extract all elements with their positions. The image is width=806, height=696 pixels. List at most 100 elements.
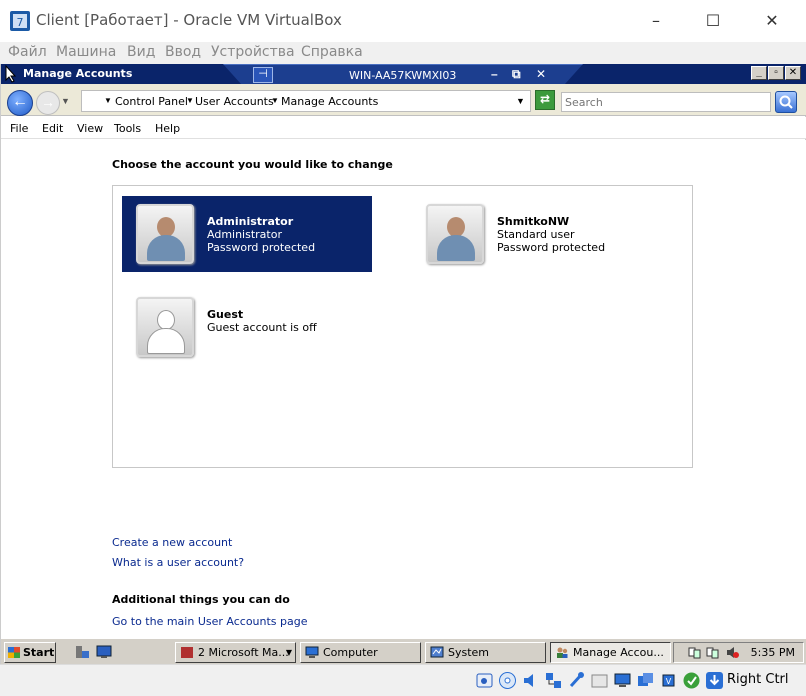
svg-text:7: 7 xyxy=(17,16,24,29)
main-user-accounts-link[interactable]: Go to the main User Accounts page xyxy=(112,615,308,628)
breadcrumb-control-panel[interactable]: Control Panel xyxy=(115,95,188,108)
recent-pages-dropdown-icon[interactable]: ▼ xyxy=(61,96,70,106)
breadcrumb-manage-accounts[interactable]: Manage Accounts xyxy=(281,95,378,108)
account-type: Administrator xyxy=(207,228,282,241)
taskbar-item-computer[interactable]: Computer xyxy=(300,642,421,663)
vbox-menu-help[interactable]: Справка xyxy=(301,44,363,60)
account-tile-administrator[interactable]: Administrator Administrator Password pro… xyxy=(122,196,372,272)
cpu-icon[interactable]: V xyxy=(659,671,678,690)
windows-logo-icon xyxy=(8,647,20,658)
back-button[interactable]: ← xyxy=(7,90,33,116)
host-key-label: Right Ctrl xyxy=(727,672,789,687)
task-label: Computer xyxy=(323,646,378,659)
volume-muted-icon[interactable] xyxy=(726,646,739,659)
menu-view[interactable]: View xyxy=(77,122,103,135)
audio-icon[interactable] xyxy=(521,671,540,690)
chevron-down-icon: ▼ xyxy=(285,648,292,657)
breadcrumb-arrow-icon[interactable]: ▼ xyxy=(104,96,112,105)
vbox-status-bar: V Right Ctrl xyxy=(0,664,806,696)
account-tile-shmitkonw[interactable]: ShmitkoNW Standard user Password protect… xyxy=(412,196,662,272)
vbox-menu-devices[interactable]: Устройства xyxy=(211,44,295,60)
mouse-cursor-icon xyxy=(5,65,17,83)
explorer-window-title: Manage Accounts xyxy=(23,67,133,80)
task-label: System xyxy=(448,646,490,659)
account-status: Password protected xyxy=(497,241,606,254)
address-dropdown-icon[interactable]: ▼ xyxy=(516,96,525,106)
account-name: ShmitkoNW xyxy=(497,215,570,228)
taskbar: Start 2 Microsoft Ma... ▼ Computer Syste… xyxy=(1,638,806,664)
rdp-restore-button[interactable]: ⧉ xyxy=(512,67,521,82)
breadcrumb-arrow-icon[interactable]: ▼ xyxy=(186,96,194,105)
search-input[interactable] xyxy=(561,92,771,112)
address-row: ← → ▼ ▼ Control Panel ▼ User Accounts ▼ … xyxy=(1,84,806,116)
vbox-titlebar: 7 Client [Работает] - Oracle VM VirtualB… xyxy=(0,0,806,42)
breadcrumb-user-accounts[interactable]: User Accounts xyxy=(195,95,274,108)
menu-edit[interactable]: Edit xyxy=(42,122,63,135)
vbox-window-title: Client [Работает] - Oracle VM VirtualBox xyxy=(36,11,342,29)
account-type: Standard user xyxy=(497,228,575,241)
rdp-pin-button[interactable]: ⊣ xyxy=(253,67,273,83)
menu-file[interactable]: File xyxy=(10,122,28,135)
accounts-panel: Administrator Administrator Password pro… xyxy=(112,185,693,468)
user-avatar-icon xyxy=(426,204,484,264)
clock: 5:35 PM xyxy=(750,646,795,659)
rdp-close-button[interactable]: ✕ xyxy=(536,67,546,81)
hard-disk-icon[interactable] xyxy=(475,671,494,690)
vbox-minimize-button[interactable]: – xyxy=(636,8,676,36)
explorer-close-button[interactable]: ✕ xyxy=(785,66,801,80)
menu-help[interactable]: Help xyxy=(155,122,180,135)
usb-icon[interactable] xyxy=(567,671,586,690)
start-button[interactable]: Start xyxy=(4,642,56,663)
account-type: Guest account is off xyxy=(207,321,317,334)
back-arrow-icon: ← xyxy=(12,93,28,110)
virtualbox-icon: 7 xyxy=(10,11,30,31)
rdp-minimize-button[interactable]: – xyxy=(491,67,498,81)
optical-drive-icon[interactable] xyxy=(498,671,517,690)
menu-tools[interactable]: Tools xyxy=(114,122,141,135)
breadcrumb-arrow-icon[interactable]: ▼ xyxy=(271,96,279,105)
network-icon[interactable] xyxy=(688,646,701,659)
vbox-close-button[interactable]: ✕ xyxy=(752,8,792,36)
vbox-menu-file[interactable]: Файл xyxy=(8,44,47,60)
vbox-menu-input[interactable]: Ввод xyxy=(165,44,201,60)
vbox-menubar: Файл Машина Вид Ввод Устройства Справка xyxy=(0,42,806,64)
display-icon[interactable] xyxy=(613,671,632,690)
forward-arrow-icon: → xyxy=(41,94,55,110)
show-desktop-icon[interactable] xyxy=(96,645,112,659)
taskbar-item-mmc[interactable]: 2 Microsoft Ma... ▼ xyxy=(175,642,296,663)
create-account-link[interactable]: Create a new account xyxy=(112,536,232,549)
vbox-menu-machine[interactable]: Машина xyxy=(56,44,116,60)
rdp-hostname: WIN-AA57KWMXI03 xyxy=(349,69,457,82)
search-icon xyxy=(779,95,793,109)
forward-button[interactable]: → xyxy=(36,91,60,115)
taskbar-item-manage-accounts[interactable]: Manage Accou... xyxy=(550,642,671,663)
guest-screen: Manage Accounts ⊣ WIN-AA57KWMXI03 – ⧉ ✕ … xyxy=(0,64,806,696)
refresh-button[interactable]: ⇄ xyxy=(535,90,555,110)
search-button[interactable] xyxy=(775,91,797,113)
vbox-menu-view[interactable]: Вид xyxy=(127,44,155,60)
network-icon[interactable] xyxy=(706,646,719,659)
account-tile-guest[interactable]: Guest Guest account is off xyxy=(122,289,372,365)
explorer-restore-button[interactable]: ▫ xyxy=(768,66,784,80)
what-is-account-link[interactable]: What is a user account? xyxy=(112,556,244,569)
task-label: 2 Microsoft Ma... xyxy=(198,646,289,659)
notification-area: 5:35 PM xyxy=(673,642,804,663)
taskbar-item-system[interactable]: System xyxy=(425,642,546,663)
explorer-menubar: File Edit View Tools Help xyxy=(1,117,806,139)
address-bar[interactable]: ▼ Control Panel ▼ User Accounts ▼ Manage… xyxy=(81,90,531,112)
account-name: Guest xyxy=(207,308,244,321)
server-manager-icon[interactable] xyxy=(74,645,90,659)
refresh-icon: ⇄ xyxy=(539,92,551,106)
account-name: Administrator xyxy=(207,215,294,228)
shared-folders-icon[interactable] xyxy=(590,671,609,690)
users-icon xyxy=(557,647,568,658)
mouse-integration-icon[interactable] xyxy=(682,671,701,690)
vbox-maximize-button[interactable]: ☐ xyxy=(693,8,733,36)
system-icon xyxy=(430,646,444,658)
user-avatar-icon xyxy=(136,204,194,264)
main-content: Choose the account you would like to cha… xyxy=(1,140,806,638)
network-adapter-icon[interactable] xyxy=(544,671,563,690)
explorer-minimize-button[interactable]: _ xyxy=(751,66,767,80)
host-key-icon[interactable] xyxy=(705,671,724,690)
video-capture-icon[interactable] xyxy=(636,671,655,690)
